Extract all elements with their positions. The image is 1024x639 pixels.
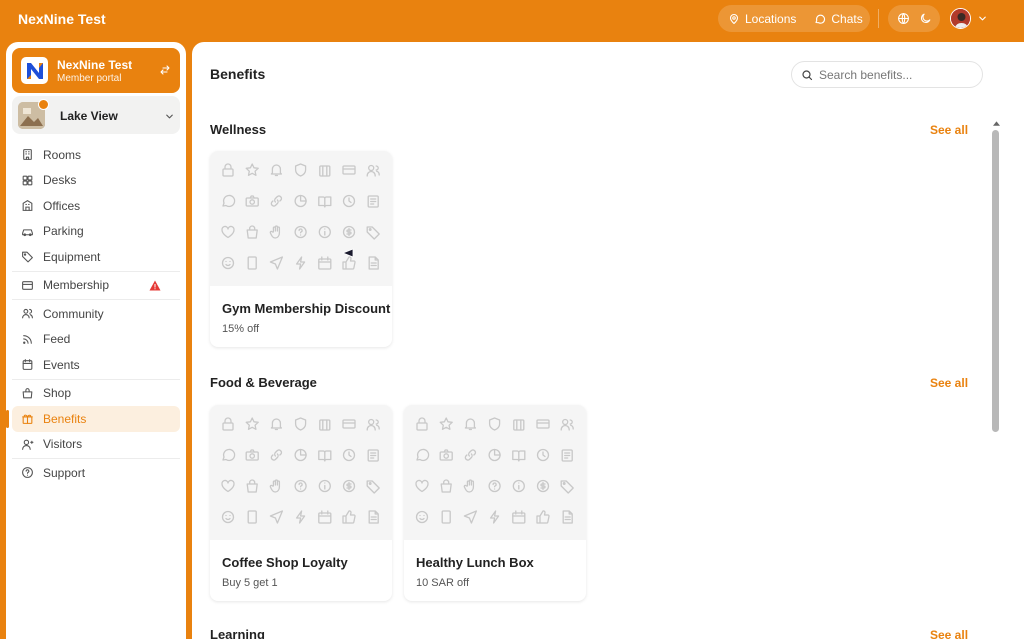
chats-label: Chats xyxy=(831,11,863,26)
chevron-down-icon xyxy=(164,111,175,122)
page-title: Benefits xyxy=(210,66,266,82)
sidebar-item-label: Parking xyxy=(43,224,84,239)
sidebar-item-desks[interactable]: Desks xyxy=(12,168,180,194)
scrollbar-thumb[interactable] xyxy=(992,130,999,432)
card-pattern-image xyxy=(404,405,586,540)
sidebar-item-feed[interactable]: Feed xyxy=(12,327,180,353)
chat-bubble-icon xyxy=(814,13,831,25)
sidebar-item-visitors[interactable]: Visitors xyxy=(12,432,180,458)
main-content: Benefits Wellness See all Gym Membership… xyxy=(192,42,1024,639)
warning-icon xyxy=(149,280,170,291)
card-title: Healthy Lunch Box xyxy=(416,555,534,570)
user-avatar[interactable] xyxy=(950,8,971,29)
sidebar-item-label: Membership xyxy=(43,278,110,293)
sidebar-item-label: Offices xyxy=(43,198,81,213)
office-icon xyxy=(21,199,43,212)
search-box[interactable] xyxy=(791,61,983,88)
org-switcher[interactable]: NexNine Test Member portal xyxy=(12,48,180,93)
top-nav-pill: Locations Chats xyxy=(718,5,870,32)
benefit-card[interactable]: Coffee Shop Loyalty Buy 5 get 1 xyxy=(210,405,392,601)
swap-icon[interactable] xyxy=(159,64,171,76)
org-name: NexNine Test xyxy=(57,58,133,72)
divider xyxy=(12,378,180,380)
card-pattern-image xyxy=(210,151,392,286)
locations-label: Locations xyxy=(745,11,797,26)
top-bar: NexNine Test Locations Chats xyxy=(0,0,1024,42)
sidebar-item-label: Support xyxy=(43,465,86,480)
sidebar-nav: Rooms Desks Offices Parking Equipment Me… xyxy=(6,142,180,486)
sidebar-item-community[interactable]: Community xyxy=(12,301,180,327)
car-icon xyxy=(21,225,43,238)
see-all-learning-link[interactable]: See all xyxy=(930,628,968,639)
scroll-up-arrow-icon[interactable] xyxy=(993,121,1000,126)
sidebar-item-label: Rooms xyxy=(43,147,82,162)
location-badge xyxy=(38,99,49,110)
section-title-food-beverage: Food & Beverage xyxy=(210,375,317,390)
org-logo xyxy=(21,57,48,84)
sidebar-item-events[interactable]: Events xyxy=(12,352,180,378)
chevron-down-icon[interactable] xyxy=(977,13,988,24)
map-pin-icon xyxy=(728,13,745,25)
sidebar-item-parking[interactable]: Parking xyxy=(12,219,180,245)
chats-button[interactable]: Chats xyxy=(814,11,863,26)
location-selector[interactable]: Lake View xyxy=(12,96,180,134)
sidebar-item-label: Benefits xyxy=(43,411,87,426)
sidebar-item-label: Equipment xyxy=(43,249,101,264)
sidebar-item-label: Visitors xyxy=(43,437,83,452)
sidebar-item-support[interactable]: Support xyxy=(12,460,180,486)
moon-icon[interactable] xyxy=(919,12,932,25)
top-tools-pill xyxy=(888,5,940,32)
sidebar-item-shop[interactable]: Shop xyxy=(12,381,180,407)
card-title: Gym Membership Discount xyxy=(222,301,391,316)
divider xyxy=(12,299,180,300)
sidebar-item-label: Feed xyxy=(43,332,71,347)
grid-icon xyxy=(21,174,43,187)
visitor-icon xyxy=(21,438,43,451)
see-all-food-link[interactable]: See all xyxy=(930,376,968,390)
divider xyxy=(12,458,180,459)
calendar-icon xyxy=(21,358,43,371)
globe-icon[interactable] xyxy=(897,12,910,25)
card-subtitle: Buy 5 get 1 xyxy=(222,577,278,589)
section-title-wellness: Wellness xyxy=(210,122,267,137)
gift-icon xyxy=(21,412,43,425)
sidebar-item-offices[interactable]: Offices xyxy=(12,193,180,219)
see-all-wellness-link[interactable]: See all xyxy=(930,123,968,137)
rss-icon xyxy=(21,333,43,346)
sidebar: NexNine Test Member portal Lake View Roo… xyxy=(6,42,186,639)
shop-icon xyxy=(21,387,43,400)
card-pattern-image xyxy=(210,405,392,540)
divider xyxy=(12,270,180,272)
tag-icon xyxy=(21,250,43,263)
sidebar-item-label: Community xyxy=(43,306,104,321)
mouse-cursor-icon xyxy=(342,248,354,258)
card-title: Coffee Shop Loyalty xyxy=(222,555,348,570)
app-title: NexNine Test xyxy=(18,11,106,27)
card-icon xyxy=(21,279,43,292)
sidebar-item-membership[interactable]: Membership xyxy=(12,273,180,299)
users-icon xyxy=(21,307,43,320)
location-name: Lake View xyxy=(60,109,118,123)
benefit-card[interactable]: Gym Membership Discount 15% off xyxy=(210,151,392,347)
divider xyxy=(878,9,879,28)
section-title-learning: Learning xyxy=(210,627,265,639)
building-icon xyxy=(21,148,43,161)
sidebar-item-rooms[interactable]: Rooms xyxy=(12,142,180,168)
card-subtitle: 10 SAR off xyxy=(416,577,469,589)
benefit-card[interactable]: Healthy Lunch Box 10 SAR off xyxy=(404,405,586,601)
card-subtitle: 15% off xyxy=(222,323,260,335)
sidebar-item-label: Desks xyxy=(43,173,77,188)
sidebar-item-label: Shop xyxy=(43,386,72,401)
search-input[interactable] xyxy=(819,67,969,82)
sidebar-item-label: Events xyxy=(43,357,80,372)
sidebar-item-equipment[interactable]: Equipment xyxy=(12,244,180,270)
sidebar-item-benefits[interactable]: Benefits xyxy=(6,406,180,432)
help-icon xyxy=(21,466,43,479)
locations-button[interactable]: Locations xyxy=(728,12,796,26)
org-subtitle: Member portal xyxy=(57,73,122,84)
search-icon xyxy=(801,69,813,81)
